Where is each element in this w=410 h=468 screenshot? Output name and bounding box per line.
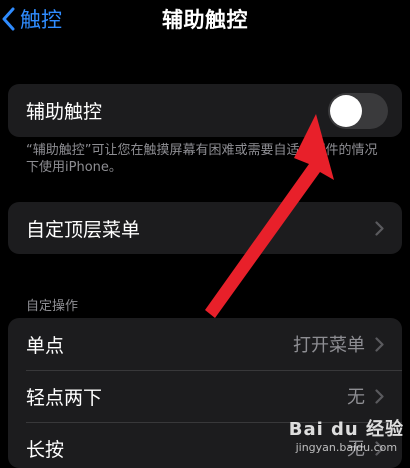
action-value: 打开菜单 [293, 335, 365, 356]
toggle-knob [330, 95, 362, 127]
page-title: 辅助触控 [162, 8, 248, 32]
assistive-touch-footnote: “辅助触控”可让您在触摸屏幕有困难或需要自适应配件的情况下使用iPhone。 [26, 143, 378, 175]
assistive-touch-toggle[interactable] [328, 93, 388, 129]
nav-bar: 触控 辅助触控 [0, 0, 410, 40]
watermark-url: jingyan.baidu.com [295, 441, 398, 454]
top-menu-row[interactable]: 自定顶层菜单 [8, 202, 402, 254]
action-label: 轻点两下 [26, 386, 103, 409]
custom-actions-header: 自定操作 [26, 299, 79, 314]
chevron-right-icon [375, 336, 384, 352]
action-row-single-tap[interactable]: 单点 打开菜单 [8, 318, 402, 370]
top-menu-group: 自定顶层菜单 [8, 202, 402, 254]
top-menu-label: 自定顶层菜单 [26, 218, 141, 241]
chevron-right-icon [375, 388, 384, 404]
watermark: Bai du 经验 jingyan.baidu.com [289, 415, 404, 454]
action-value: 无 [347, 387, 365, 408]
action-label: 单点 [26, 334, 65, 357]
watermark-brand: Bai du 经验 [288, 419, 404, 440]
assistive-touch-row: 辅助触控 [8, 84, 402, 137]
assistive-touch-group: 辅助触控 [8, 84, 402, 137]
chevron-right-icon [375, 220, 384, 236]
